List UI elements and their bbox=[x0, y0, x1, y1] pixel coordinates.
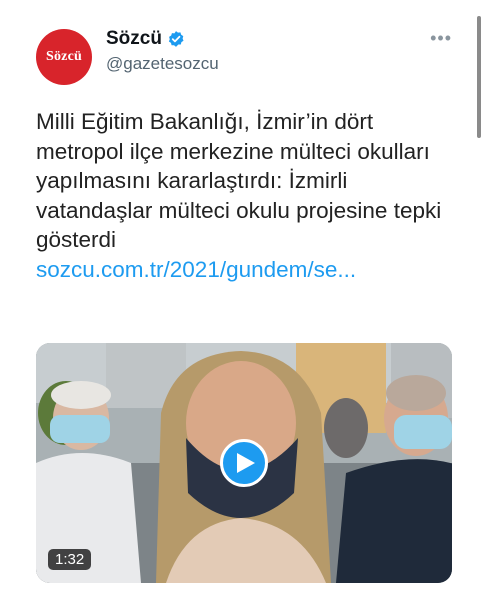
video-player[interactable]: 1:32 bbox=[36, 343, 452, 583]
tweet-body: Milli Eğitim Bakanlığı, İzmir’in dört me… bbox=[36, 107, 456, 284]
tweet-link[interactable]: sozcu.com.tr/2021/gundem/se... bbox=[36, 255, 456, 285]
avatar[interactable]: Sözcü bbox=[36, 29, 92, 85]
avatar-logo-text: Sözcü bbox=[46, 49, 82, 64]
handle[interactable]: @gazetesozcu bbox=[106, 54, 219, 74]
more-options-icon[interactable]: ••• bbox=[430, 28, 452, 49]
play-button[interactable] bbox=[220, 439, 268, 487]
tweet-text: Milli Eğitim Bakanlığı, İzmir’in dört me… bbox=[36, 109, 442, 252]
scrollbar[interactable] bbox=[477, 16, 481, 138]
author-block: Sözcü @gazetesozcu bbox=[106, 28, 219, 74]
tweet-header: Sözcü Sözcü @gazetesozcu ••• bbox=[36, 24, 466, 85]
video-duration: 1:32 bbox=[48, 549, 92, 570]
name-row: Sözcü bbox=[106, 28, 219, 50]
display-name[interactable]: Sözcü bbox=[106, 28, 162, 50]
play-icon bbox=[237, 453, 255, 473]
verified-badge-icon bbox=[167, 30, 185, 48]
